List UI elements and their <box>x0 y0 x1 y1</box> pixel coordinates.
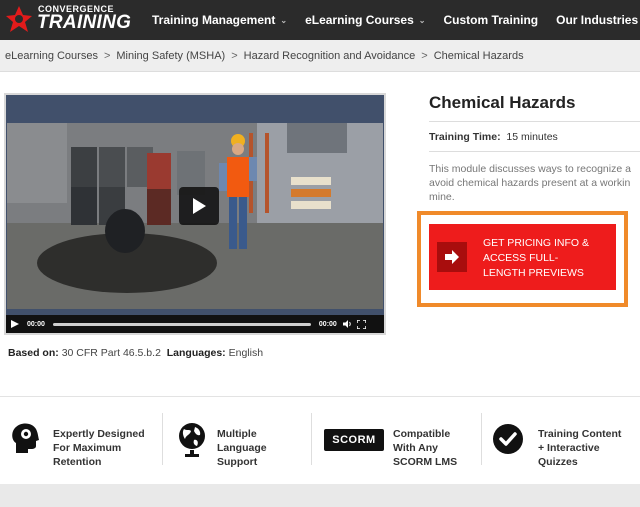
description-line: mine. <box>429 191 455 203</box>
nav-label: Training Management <box>152 13 276 27</box>
cta-line: ACCESS FULL- <box>483 252 559 264</box>
breadcrumb-separator: > <box>103 49 111 62</box>
play-button[interactable] <box>179 187 219 225</box>
divider <box>429 151 640 152</box>
description-line: This module discusses ways to recognize … <box>429 163 631 175</box>
feature-line: Multiple <box>217 428 257 440</box>
breadcrumb-separator: > <box>421 49 428 62</box>
training-time-value: 15 minutes <box>506 131 558 143</box>
nav-training-management[interactable]: Training Management ⌄ <box>152 13 287 27</box>
chevron-down-icon: ⌄ <box>280 15 288 25</box>
convergence-training-logo[interactable]: CONVERGENCE TRAINING <box>4 2 144 36</box>
feature-text: Multiple Language Support <box>217 427 267 469</box>
feature-text: Training Content + Interactive Quizzes <box>538 427 621 469</box>
breadcrumb-current-page: Chemical Hazards <box>433 49 524 62</box>
seek-bar[interactable] <box>52 322 311 326</box>
course-meta: Based on: 30 CFR Part 46.5.b.2 Languages… <box>8 347 263 359</box>
nav-label: eLearning Courses <box>305 13 414 27</box>
description-line: avoid chemical hazards present at a work… <box>429 177 631 189</box>
duration: 00:00 <box>318 320 337 328</box>
current-time: 00:00 <box>27 320 45 328</box>
play-icon <box>193 198 206 214</box>
chevron-down-icon: ⌄ <box>418 15 426 25</box>
logo-big-text: TRAINING <box>37 12 132 33</box>
feature-line: Compatible <box>393 428 451 440</box>
course-description: This module discusses ways to recognize … <box>429 162 640 204</box>
top-navigation-bar: CONVERGENCE TRAINING Training Management… <box>0 0 640 40</box>
feature-line: Quizzes <box>538 456 578 468</box>
scorm-badge-text: SCORM <box>332 434 376 446</box>
feature-line: With Any <box>393 442 439 454</box>
feature-scorm-compatible: SCORM Compatible With Any SCORM LMS <box>312 397 480 485</box>
feature-text: Compatible With Any SCORM LMS <box>393 427 457 469</box>
cta-line: LENGTH PREVIEWS <box>483 267 584 279</box>
head-gear-icon <box>12 423 39 453</box>
training-time: Training Time: 15 minutes <box>429 131 558 143</box>
volume-icon[interactable] <box>342 320 352 328</box>
scorm-logo: SCORM <box>324 429 384 451</box>
feature-line: Support <box>217 456 258 468</box>
breadcrumb-mining-safety[interactable]: Mining Safety (MSHA) <box>116 50 225 62</box>
languages-label: Languages: <box>166 347 226 359</box>
video-player[interactable]: 00:00 00:00 <box>4 93 386 335</box>
feature-training-content: Training Content + Interactive Quizzes <box>482 397 640 485</box>
breadcrumb-separator: > <box>231 49 238 62</box>
nav-our-industries[interactable]: Our Industries ⌄ <box>556 13 640 27</box>
nav-custom-training[interactable]: Custom Training <box>443 13 538 27</box>
feature-text: Expertly Designed For Maximum Retention <box>53 427 145 469</box>
cta-line: GET PRICING INFO & <box>483 237 589 249</box>
page-title: Chemical Hazards <box>429 93 576 112</box>
divider <box>429 121 640 122</box>
get-pricing-button[interactable]: GET PRICING INFO & ACCESS FULL- LENGTH P… <box>429 224 616 290</box>
feature-line: Retention <box>53 456 102 468</box>
breadcrumb-elearning-courses[interactable]: eLearning Courses <box>5 50 98 62</box>
footer-bar <box>0 484 640 507</box>
main-nav: Training Management ⌄ eLearning Courses … <box>152 0 640 40</box>
feature-line: Training Content <box>538 428 622 440</box>
play-control-icon[interactable] <box>11 320 19 328</box>
arrow-right-icon <box>437 242 467 272</box>
features-strip: Expertly Designed For Maximum Retention … <box>0 396 640 484</box>
nav-label: Our Industries <box>556 13 639 27</box>
training-time-label: Training Time: <box>429 131 501 143</box>
breadcrumb: eLearning Courses > Mining Safety (MSHA)… <box>0 40 640 72</box>
languages-value: English <box>228 347 264 359</box>
logo-mark-icon <box>6 6 32 32</box>
fullscreen-icon[interactable] <box>356 319 366 329</box>
breadcrumb-hazard-recognition[interactable]: Hazard Recognition and Avoidance <box>244 50 416 62</box>
feature-multiple-language: Multiple Language Support <box>163 397 311 485</box>
nav-elearning-courses[interactable]: eLearning Courses ⌄ <box>305 13 425 27</box>
feature-line: Language <box>217 442 267 454</box>
feature-line: For Maximum <box>53 442 122 454</box>
checkmark-circle-icon <box>493 424 523 454</box>
nav-label: Custom Training <box>443 13 539 27</box>
cta-label: GET PRICING INFO & ACCESS FULL- LENGTH P… <box>483 236 611 281</box>
globe-icon <box>179 423 205 457</box>
based-on-label: Based on: <box>8 347 59 359</box>
feature-line: Expertly Designed <box>53 428 145 440</box>
feature-expertly-designed: Expertly Designed For Maximum Retention <box>0 397 162 485</box>
video-controls: 00:00 00:00 <box>6 315 384 333</box>
feature-line: SCORM LMS <box>393 456 458 468</box>
based-on-value: 30 CFR Part 46.5.b.2 <box>61 347 161 359</box>
feature-line: + Interactive <box>538 442 600 454</box>
